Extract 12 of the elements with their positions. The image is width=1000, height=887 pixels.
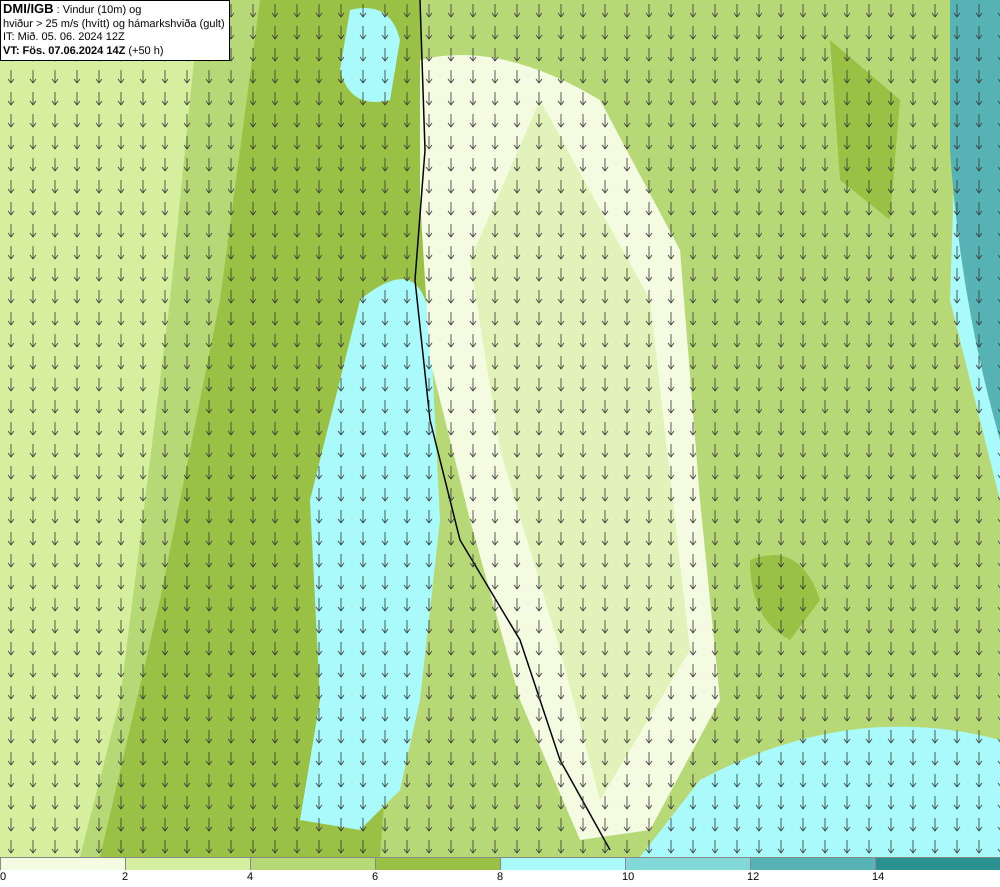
- scale-label: 0: [0, 871, 6, 883]
- caption-line: hviður > 25 m/s (hvítt) og hámarkshviða (gult): [3, 18, 225, 31]
- caption-line: IT: Mið. 05. 06. 2024 12Z: [3, 31, 126, 44]
- scale-label: 8: [497, 871, 504, 883]
- scale-label: 2: [122, 871, 128, 883]
- scale-label: 12: [747, 871, 760, 883]
- scale-label: 14: [872, 871, 884, 883]
- caption-line: DMI/IGB : Vindur (10m) og: [3, 2, 142, 18]
- scale-label: 4: [247, 871, 254, 883]
- scale-label: 10: [622, 871, 634, 883]
- scale-label: 6: [372, 871, 378, 883]
- caption-line: VT: Fös. 07.06.2024 14Z (+50 h): [3, 44, 165, 58]
